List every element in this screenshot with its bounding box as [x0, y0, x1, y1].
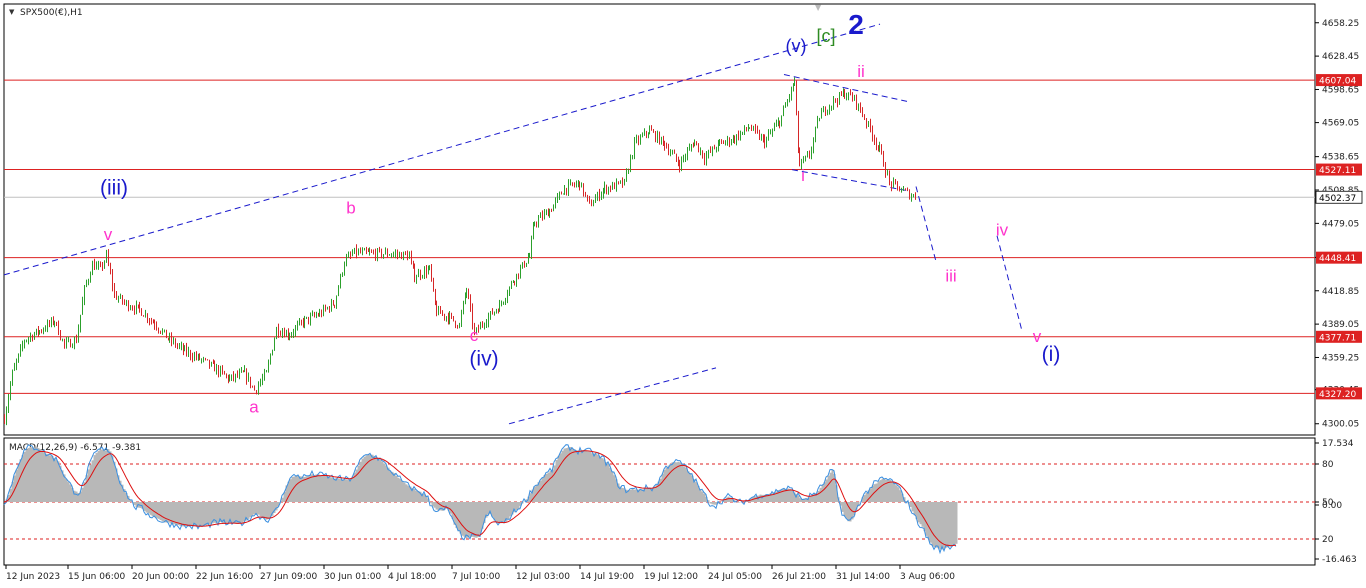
time-tick-label: 26 Jul 21:00	[772, 572, 826, 582]
level-price-label: 4527.11	[1319, 166, 1356, 176]
time-tick-label: 3 Aug 06:00	[900, 572, 955, 582]
wave-label: ii	[857, 62, 865, 81]
wave-label: (iii)	[100, 176, 128, 199]
chevron-down-icon[interactable]: ▼	[9, 8, 15, 16]
price-tick-label: 4479.05	[1322, 219, 1359, 229]
wave-label: iii	[945, 267, 956, 286]
time-tick-label: 12 Jun 2023	[6, 572, 60, 582]
time-tick-label: 22 Jun 16:00	[196, 572, 253, 582]
wave-label: i	[801, 166, 805, 185]
macd-tick-label: 17.534	[1322, 439, 1354, 449]
macd-tick-label: 0.00	[1322, 501, 1342, 511]
time-tick-label: 7 Jul 10:00	[452, 572, 501, 582]
price-tick-label: 4628.45	[1322, 52, 1359, 62]
price-tick-label: 4300.05	[1322, 420, 1359, 430]
time-tick-label: 27 Jun 09:00	[260, 572, 317, 582]
level-price-label: 4502.37	[1319, 194, 1356, 204]
macd-tick-label: -16.463	[1322, 555, 1357, 565]
symbol-header: ▼ SPX500(€),H1	[9, 8, 83, 18]
wave-label: (iv)	[469, 348, 498, 371]
wave-label: (v)	[786, 36, 807, 56]
wave-label: 2	[848, 9, 864, 40]
time-tick-label: 4 Jul 18:00	[388, 572, 437, 582]
price-tick-label: 4569.05	[1322, 119, 1359, 129]
wave-label: v	[104, 225, 113, 244]
wave-label: iv	[996, 221, 1009, 240]
price-tick-label: 4389.05	[1322, 320, 1359, 330]
price-tick-label: 4598.65	[1322, 85, 1359, 95]
level-price-label: 4448.41	[1319, 254, 1356, 264]
time-tick-label: 20 Jun 00:00	[132, 572, 189, 582]
wave-label: c	[470, 326, 479, 345]
main-price-pane[interactable]	[3, 3, 1316, 436]
time-tick-label: 31 Jul 14:00	[836, 572, 890, 582]
price-tick-label: 4658.25	[1322, 19, 1359, 29]
level-price-label: 4377.71	[1319, 333, 1356, 343]
wave-label: [c]	[816, 26, 835, 46]
symbol-label: SPX500(€),H1	[20, 8, 83, 18]
wave-label: a	[249, 398, 259, 417]
wave-label: b	[346, 198, 355, 217]
time-tick-label: 19 Jul 12:00	[644, 572, 698, 582]
chart: ▼ SPX500(€),H1 MACD(12,26,9) -6.571 -9.3…	[0, 0, 1366, 588]
time-tick-label: 14 Jul 19:00	[580, 572, 634, 582]
time-tick-label: 12 Jul 03:00	[516, 572, 570, 582]
macd-tick-label: 80	[1322, 460, 1334, 470]
macd-tick-label: 20	[1322, 535, 1334, 545]
level-price-label: 4607.04	[1319, 77, 1356, 87]
time-tick-label: 30 Jun 01:00	[324, 572, 381, 582]
wave-label: v	[1033, 327, 1042, 346]
price-tick-label: 4538.65	[1322, 153, 1359, 163]
level-price-label: 4327.20	[1319, 390, 1356, 400]
price-tick-label: 4359.25	[1322, 353, 1359, 363]
time-tick-label: 15 Jun 06:00	[68, 572, 125, 582]
wave-label: (i)	[1042, 343, 1061, 366]
time-tick-label: 24 Jul 05:00	[708, 572, 762, 582]
scroll-marker-icon[interactable]: ▼	[815, 3, 822, 12]
price-tick-label: 4418.85	[1322, 287, 1359, 297]
